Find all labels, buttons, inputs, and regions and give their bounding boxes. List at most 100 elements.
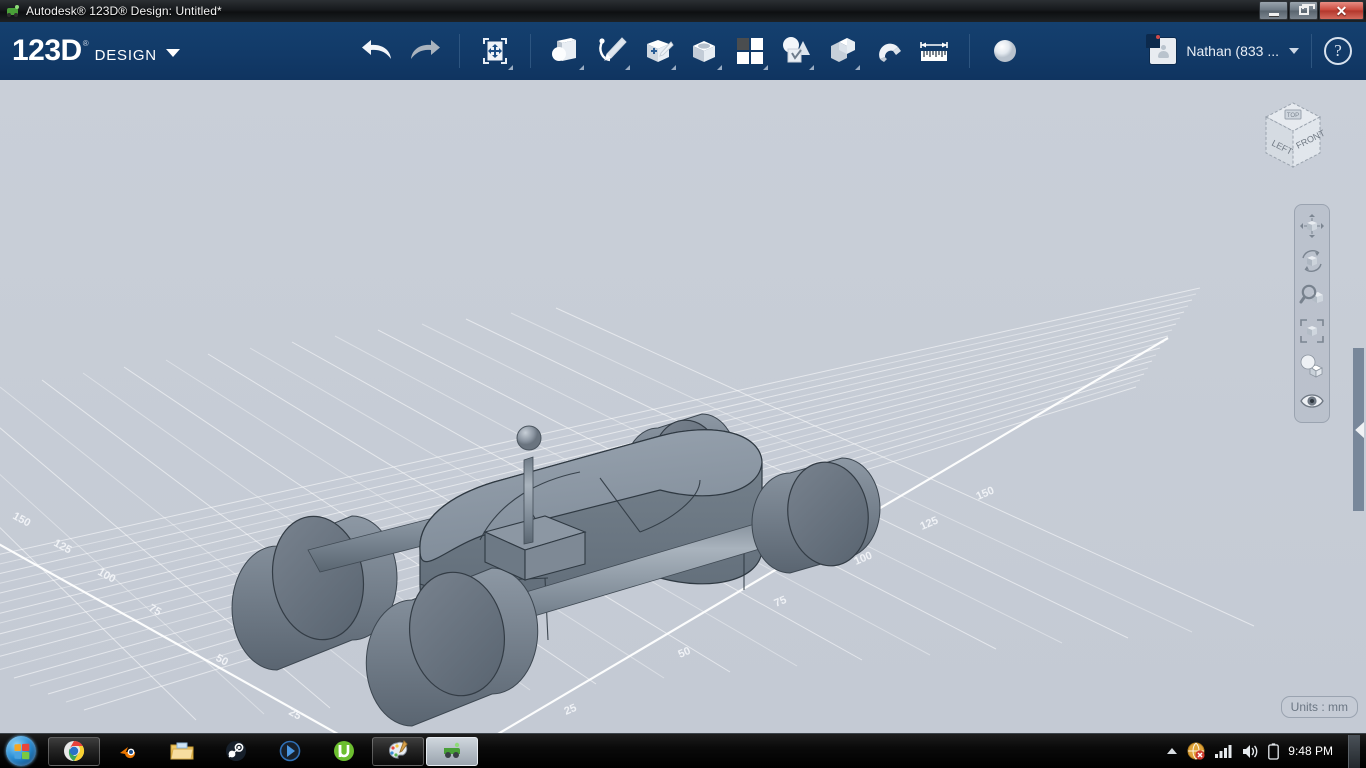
snap-button[interactable] <box>865 28 911 74</box>
pan-tool[interactable] <box>1297 211 1327 241</box>
taskbar-item-123d[interactable] <box>426 736 478 766</box>
measure-button[interactable] <box>911 28 957 74</box>
shading-icon <box>1300 354 1323 378</box>
view-cube-face-top: TOP <box>1287 113 1299 119</box>
brand-name: 123D <box>12 34 82 67</box>
chevron-down-icon[interactable] <box>1289 48 1299 54</box>
brand-logo[interactable]: 123D ® DESIGN <box>12 36 180 66</box>
app-icon <box>444 742 460 758</box>
modify-button[interactable] <box>681 28 727 74</box>
taskbar-item-steam[interactable] <box>210 737 262 766</box>
pencil-sketch-icon <box>599 37 627 62</box>
taskbar-item-media[interactable] <box>264 737 316 766</box>
chevron-down-icon[interactable] <box>854 65 860 70</box>
window-titlebar: Autodesk® 123D® Design: Untitled* ✕ <box>0 0 1366 22</box>
material-button[interactable] <box>982 28 1028 74</box>
network-error-icon[interactable] <box>1187 742 1205 760</box>
orbit-tool[interactable] <box>1297 246 1327 276</box>
units-badge[interactable]: Units : mm <box>1280 696 1358 718</box>
chevron-up-icon[interactable] <box>1166 746 1178 756</box>
construct-cube-icon <box>646 40 674 62</box>
modify-box-icon <box>692 41 715 62</box>
fit-to-view-icon <box>1300 319 1324 343</box>
redo-button[interactable] <box>401 28 447 74</box>
minimize-button[interactable] <box>1259 1 1288 20</box>
undo-button[interactable] <box>355 28 401 74</box>
taskbar-item-utorrent[interactable] <box>318 737 370 766</box>
toolbar-divider <box>529 34 531 68</box>
system-tray: 9:48 PM <box>1166 734 1360 768</box>
grouping-shapes-icon <box>782 37 810 63</box>
chrome-icon <box>64 740 85 762</box>
material-sphere-icon <box>993 40 1016 62</box>
magnifier-icon <box>1299 284 1323 304</box>
taskbar-item-chrome[interactable] <box>48 736 100 766</box>
view-cube[interactable]: TOP LEFT FRONT <box>1250 93 1336 179</box>
chevron-down-icon[interactable] <box>624 65 630 70</box>
close-button[interactable]: ✕ <box>1319 1 1364 20</box>
app-icon <box>5 3 21 19</box>
ruler-measure-icon <box>920 42 948 61</box>
restore-button[interactable] <box>1289 1 1318 20</box>
main-toolbar <box>355 22 1028 80</box>
workplane-grid: 150 125 100 75 50 25 25 50 75 100 125 15… <box>0 80 1366 733</box>
play-circle-icon <box>279 740 301 762</box>
display-tool[interactable] <box>1297 351 1327 381</box>
transform-button[interactable] <box>472 28 518 74</box>
fit-tool[interactable] <box>1297 316 1327 346</box>
combine-button[interactable] <box>819 28 865 74</box>
paint-palette-icon <box>389 740 408 759</box>
folder-icon <box>170 742 194 760</box>
chevron-down-icon[interactable] <box>762 65 768 70</box>
blender-icon <box>120 747 136 759</box>
start-button[interactable] <box>2 736 40 766</box>
move-gizmo-icon <box>482 38 507 64</box>
brand-subtitle: DESIGN <box>94 47 157 64</box>
chevron-down-icon[interactable] <box>165 49 180 57</box>
eye-icon <box>1300 394 1324 408</box>
taskbar-item-paint[interactable] <box>372 736 424 766</box>
battery-icon[interactable] <box>1268 742 1280 760</box>
combine-solids-icon <box>830 38 855 62</box>
chevron-down-icon[interactable] <box>808 65 814 70</box>
signal-bars-icon[interactable] <box>1214 744 1232 758</box>
pattern-grid-icon <box>736 38 763 64</box>
minimize-icon <box>1268 12 1279 16</box>
taskbar-item-blender[interactable] <box>102 737 154 766</box>
toolbar-divider <box>968 34 970 68</box>
chevron-down-icon[interactable] <box>578 65 584 70</box>
app-window: Autodesk® 123D® Design: Untitled* ✕ 123D… <box>0 0 1366 768</box>
grouping-button[interactable] <box>773 28 819 74</box>
utorrent-icon <box>334 741 354 761</box>
clock[interactable]: 9:48 PM <box>1288 744 1333 758</box>
sketch-button[interactable] <box>589 28 635 74</box>
viewport-edge-slider[interactable] <box>1351 348 1366 511</box>
window-title: Autodesk® 123D® Design: Untitled* <box>26 4 222 18</box>
pan-arrows-icon <box>1300 214 1324 238</box>
zoom-tool[interactable] <box>1297 281 1327 311</box>
3d-viewport[interactable]: 150 125 100 75 50 25 25 50 75 100 125 15… <box>0 80 1366 733</box>
construct-button[interactable] <box>635 28 681 74</box>
chevron-down-icon[interactable] <box>670 65 676 70</box>
speaker-icon[interactable] <box>1241 744 1259 759</box>
user-avatar-icon[interactable] <box>1146 34 1177 64</box>
header-divider <box>1311 34 1312 68</box>
taskbar-item-explorer[interactable] <box>156 737 208 766</box>
primitives-icon <box>551 38 576 61</box>
windows-taskbar: 9:48 PM <box>0 733 1366 768</box>
chevron-down-icon[interactable] <box>507 65 513 70</box>
primitives-button[interactable] <box>543 28 589 74</box>
undo-arrow-icon <box>361 40 391 59</box>
help-button[interactable]: ? <box>1324 37 1352 65</box>
window-controls: ✕ <box>1259 1 1364 20</box>
show-desktop-button[interactable] <box>1348 734 1360 768</box>
close-icon: ✕ <box>1335 2 1348 19</box>
pattern-button[interactable] <box>727 28 773 74</box>
visibility-tool[interactable] <box>1297 386 1327 416</box>
windows-orb-icon <box>6 736 36 766</box>
navigation-toolbar <box>1294 204 1330 423</box>
steam-icon <box>226 741 246 761</box>
help-question-icon: ? <box>1334 41 1342 60</box>
magnet-icon <box>879 43 901 62</box>
chevron-down-icon[interactable] <box>716 65 722 70</box>
